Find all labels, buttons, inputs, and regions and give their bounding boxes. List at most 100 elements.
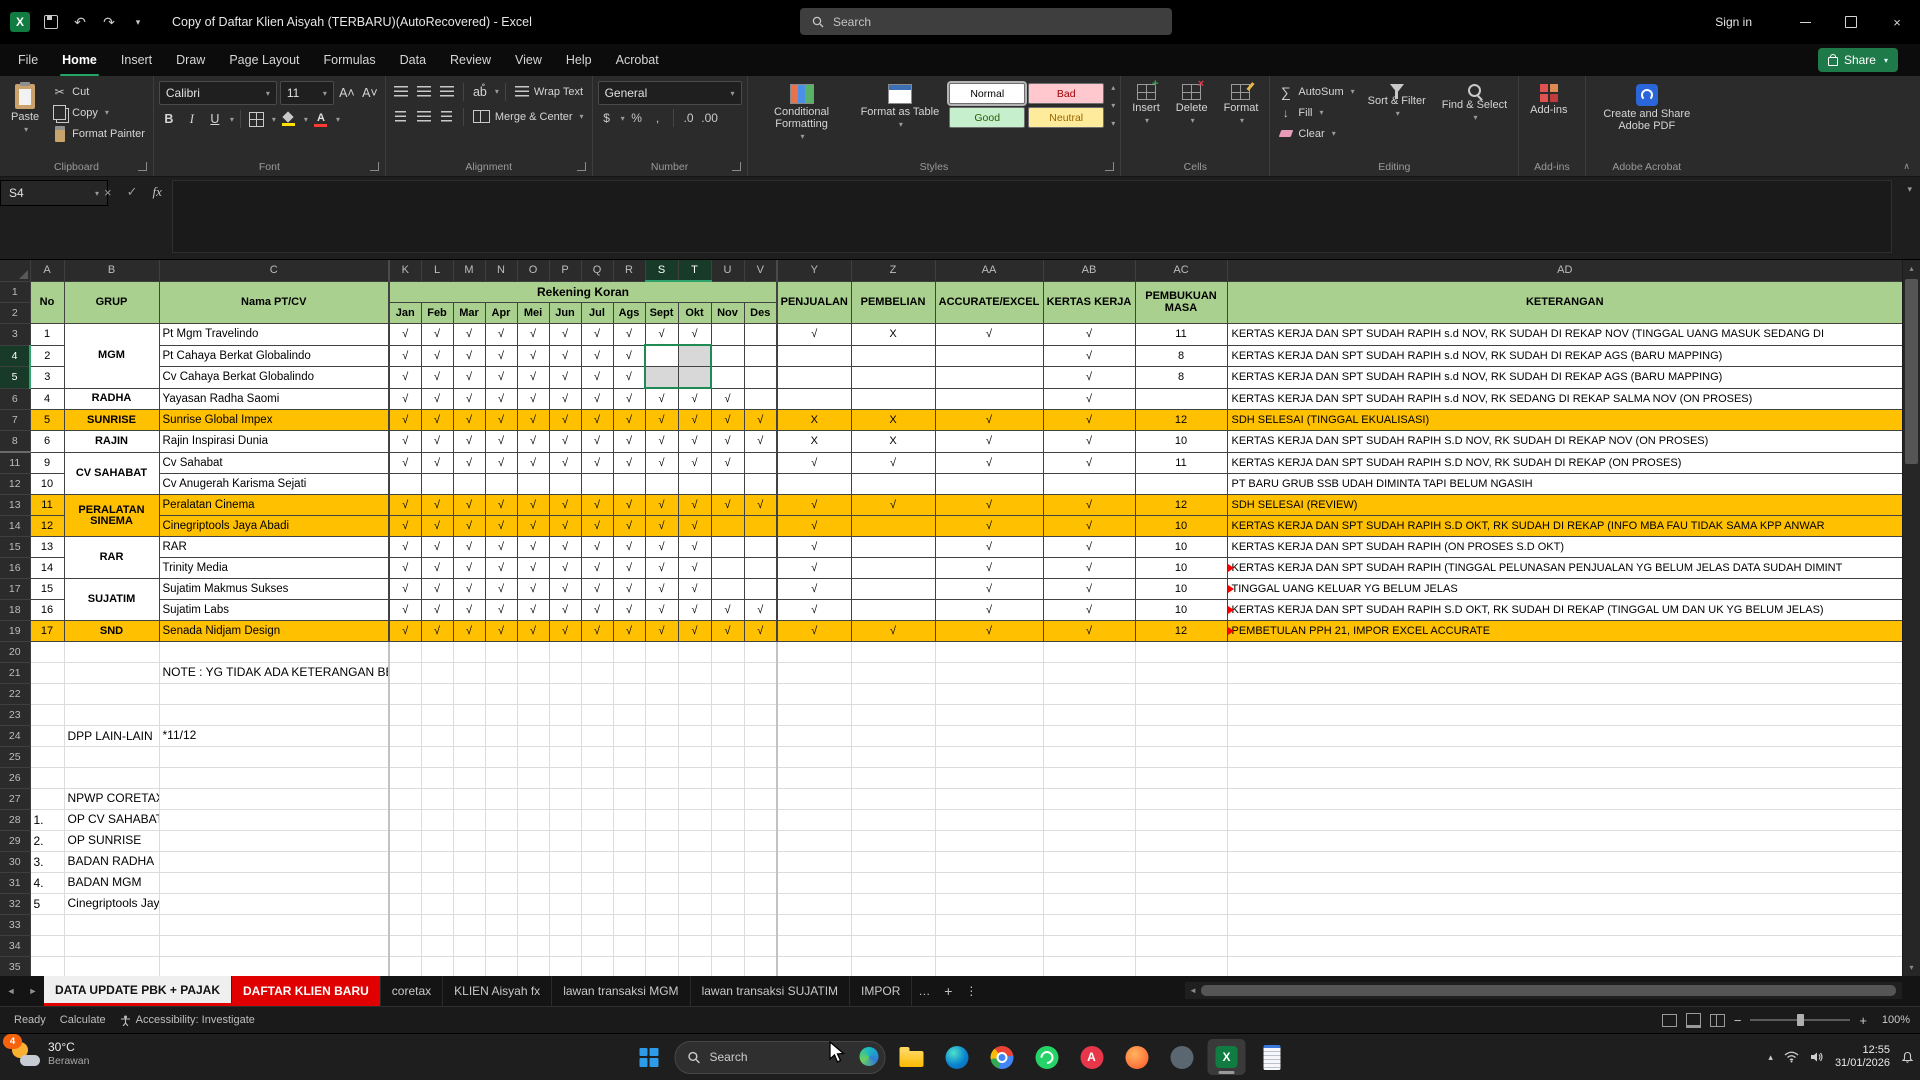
cell-O5[interactable]: √ bbox=[516, 366, 550, 389]
cell-P12[interactable] bbox=[548, 473, 582, 495]
cell-V16[interactable] bbox=[743, 557, 778, 579]
cell-C27[interactable] bbox=[159, 788, 390, 810]
cell-AB25[interactable] bbox=[1043, 746, 1136, 768]
cell-B32[interactable]: Cinegriptools Jaya Abadi belum ada data … bbox=[64, 893, 160, 915]
cell-C16[interactable]: Trinity Media bbox=[158, 557, 390, 579]
cell-B26[interactable] bbox=[64, 767, 160, 789]
cell-Q4[interactable]: √ bbox=[580, 344, 614, 367]
cell-grup-mgm[interactable]: MGM bbox=[63, 323, 160, 389]
cell-M3[interactable]: √ bbox=[452, 323, 486, 346]
header-grup[interactable]: GRUP bbox=[63, 280, 160, 324]
cell-T27[interactable] bbox=[678, 788, 712, 810]
cell-Z4[interactable] bbox=[850, 344, 936, 367]
cell-AC4[interactable]: 8 bbox=[1134, 344, 1228, 367]
cell-AD7[interactable]: SDH SELESAI (TINGGAL EKUALISASI) bbox=[1226, 409, 1903, 431]
cell-M12[interactable] bbox=[452, 473, 486, 495]
cell-K34[interactable] bbox=[389, 935, 422, 957]
cell-Z31[interactable] bbox=[851, 872, 936, 894]
cell-S20[interactable] bbox=[645, 641, 679, 663]
cell-O16[interactable]: √ bbox=[516, 557, 550, 579]
cell-Z24[interactable] bbox=[851, 725, 936, 747]
cell-Y25[interactable] bbox=[777, 746, 852, 768]
row-header-5[interactable]: 5 bbox=[0, 366, 31, 389]
cell-V25[interactable] bbox=[744, 746, 778, 768]
cell-S26[interactable] bbox=[645, 767, 679, 789]
cell-L19[interactable]: √ bbox=[420, 620, 454, 642]
cell-Q33[interactable] bbox=[581, 914, 614, 936]
cell-S34[interactable] bbox=[645, 935, 679, 957]
cell-C6[interactable]: Yayasan Radha Saomi bbox=[158, 387, 390, 410]
undo-icon[interactable]: ↶ bbox=[72, 14, 88, 30]
cell-C22[interactable] bbox=[159, 683, 390, 705]
cell-C12[interactable]: Cv Anugerah Karisma Sejati bbox=[158, 473, 390, 495]
cell-N7[interactable]: √ bbox=[484, 409, 518, 431]
column-header-L[interactable]: L bbox=[421, 260, 454, 282]
cell-P19[interactable]: √ bbox=[548, 620, 582, 642]
start-button[interactable] bbox=[630, 1039, 668, 1075]
cell-K16[interactable]: √ bbox=[388, 557, 422, 579]
cell-O3[interactable]: √ bbox=[516, 323, 550, 346]
column-header-AA[interactable]: AA bbox=[935, 260, 1044, 282]
cell-L27[interactable] bbox=[421, 788, 454, 810]
cell-AA21[interactable] bbox=[935, 662, 1044, 684]
cell-AC3[interactable]: 11 bbox=[1134, 323, 1228, 346]
cell-A5[interactable]: 3 bbox=[29, 366, 65, 389]
insert-cells-button[interactable]: Insert▾ bbox=[1126, 78, 1166, 128]
cell-U20[interactable] bbox=[711, 641, 745, 663]
close-button[interactable]: × bbox=[1874, 0, 1920, 44]
cell-Q22[interactable] bbox=[581, 683, 614, 705]
row-header-18[interactable]: 18 bbox=[0, 599, 31, 621]
cell-Q7[interactable]: √ bbox=[580, 409, 614, 431]
cell-L26[interactable] bbox=[421, 767, 454, 789]
cell-AA22[interactable] bbox=[935, 683, 1044, 705]
cell-AB33[interactable] bbox=[1043, 914, 1136, 936]
cell-Y19[interactable]: √ bbox=[776, 620, 852, 642]
cell-N8[interactable]: √ bbox=[484, 430, 518, 453]
wifi-icon[interactable] bbox=[1784, 1051, 1799, 1063]
cell-O6[interactable]: √ bbox=[516, 387, 550, 410]
cell-P30[interactable] bbox=[549, 851, 582, 873]
cell-L7[interactable]: √ bbox=[420, 409, 454, 431]
format-cells-button[interactable]: Format ▾ bbox=[1218, 81, 1265, 128]
menu-tab-acrobat[interactable]: Acrobat bbox=[604, 44, 671, 76]
italic-button[interactable]: I bbox=[182, 109, 202, 129]
find-select-button[interactable]: Find & Select ▾ bbox=[1436, 81, 1513, 125]
column-header-AB[interactable]: AB bbox=[1043, 260, 1136, 282]
cell-AD28[interactable] bbox=[1227, 809, 1903, 831]
cell-M6[interactable]: √ bbox=[452, 387, 486, 410]
cell-K20[interactable] bbox=[389, 641, 422, 663]
cell-Z33[interactable] bbox=[851, 914, 936, 936]
cell-P21[interactable] bbox=[549, 662, 582, 684]
cell-T24[interactable] bbox=[678, 725, 712, 747]
cell-B28[interactable]: OP CV SAHABAT KARNA BELUM ADA AKUN CORET… bbox=[64, 809, 160, 831]
cell-U28[interactable] bbox=[711, 809, 745, 831]
cell-A8[interactable]: 6 bbox=[29, 430, 65, 453]
cell-AA26[interactable] bbox=[935, 767, 1044, 789]
column-header-K[interactable]: K bbox=[389, 260, 422, 282]
font-color-button[interactable]: A bbox=[311, 109, 331, 129]
cell-O26[interactable] bbox=[517, 767, 550, 789]
cell-AA19[interactable]: √ bbox=[934, 620, 1044, 642]
cell-Q12[interactable] bbox=[580, 473, 614, 495]
cell-AA32[interactable] bbox=[935, 893, 1044, 915]
cell-A28[interactable]: 1. bbox=[30, 809, 65, 831]
cell-S29[interactable] bbox=[645, 830, 679, 852]
cell-N25[interactable] bbox=[485, 746, 518, 768]
cell-AD13[interactable]: SDH SELESAI (REVIEW) bbox=[1226, 494, 1903, 516]
cell-L22[interactable] bbox=[421, 683, 454, 705]
cell-Y18[interactable]: √ bbox=[776, 599, 852, 621]
cell-AB3[interactable]: √ bbox=[1042, 323, 1136, 346]
cell-N34[interactable] bbox=[485, 935, 518, 957]
cell-A19[interactable]: 17 bbox=[29, 620, 65, 642]
cell-AB14[interactable]: √ bbox=[1042, 515, 1136, 537]
cell-K23[interactable] bbox=[389, 704, 422, 726]
header-month-jul[interactable]: Jul bbox=[580, 302, 614, 324]
cell-S33[interactable] bbox=[645, 914, 679, 936]
header-month-mar[interactable]: Mar bbox=[452, 302, 486, 324]
menu-tab-review[interactable]: Review bbox=[438, 44, 503, 76]
cell-L5[interactable]: √ bbox=[420, 366, 454, 389]
cancel-icon[interactable]: × bbox=[104, 185, 112, 200]
cell-AA33[interactable] bbox=[935, 914, 1044, 936]
cell-M24[interactable] bbox=[453, 725, 486, 747]
cell-AC5[interactable]: 8 bbox=[1134, 366, 1228, 389]
